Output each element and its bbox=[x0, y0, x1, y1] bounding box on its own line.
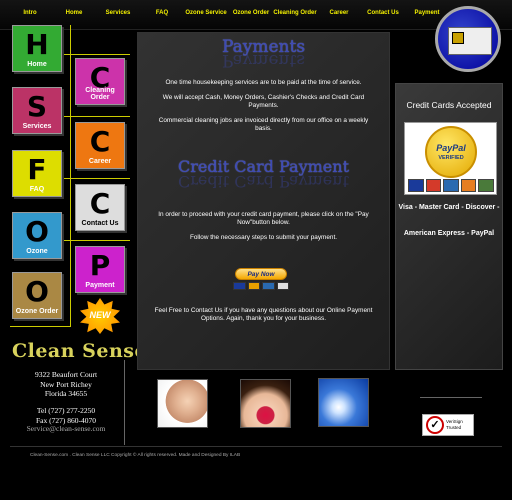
nav-ozone-order[interactable]: Ozone Order bbox=[233, 10, 269, 16]
amex-icon bbox=[262, 282, 275, 290]
tile-home[interactable]: H Home bbox=[12, 25, 62, 72]
tile-label: Payment bbox=[85, 282, 115, 289]
credit-card-title-reflection: Credit Card Payment bbox=[178, 172, 349, 191]
email-link[interactable]: Service@clean-sense.com bbox=[14, 424, 118, 433]
tile-label: Career bbox=[88, 158, 112, 165]
card-chip-graphic bbox=[452, 32, 464, 44]
tile-letter: C bbox=[89, 187, 111, 220]
address-line: Florida 34655 bbox=[44, 389, 88, 398]
card-logos bbox=[408, 179, 494, 192]
tile-ozone[interactable]: O Ozone bbox=[12, 212, 62, 259]
verisign-label: VeriSign Trusted bbox=[446, 419, 463, 430]
visa-icon bbox=[233, 282, 246, 290]
top-navigation: Intro Home Services FAQ Ozone Service Oz… bbox=[0, 0, 512, 30]
pay-now-label: Pay Now bbox=[235, 268, 287, 280]
nav-home[interactable]: Home bbox=[66, 10, 83, 16]
tile-label: Ozone Order bbox=[15, 308, 59, 315]
seal-text: PayPal bbox=[436, 143, 466, 153]
payments-paragraph: One time housekeeping services are to be… bbox=[165, 79, 362, 86]
credit-card-logo-icon bbox=[435, 6, 501, 72]
tile-letter: P bbox=[89, 249, 111, 282]
tile-label: Cleaning Order bbox=[85, 87, 115, 101]
telephone: Tel (727) 277-2250 bbox=[36, 406, 96, 415]
phone-numbers: Tel (727) 277-2250 Fax (727) 860-4070 bbox=[14, 406, 118, 425]
tile-label: Services bbox=[22, 123, 52, 130]
tile-label: Contact Us bbox=[81, 220, 119, 227]
nav-ozone-service[interactable]: Ozone Service bbox=[185, 10, 226, 16]
amex-icon bbox=[443, 179, 459, 192]
photo-blue-sky bbox=[318, 378, 369, 427]
payments-paragraph: We will accept Cash, Money Orders, Cashi… bbox=[162, 94, 365, 109]
footer-divider bbox=[10, 446, 502, 447]
contact-paragraph: Feel Free to Contact Us if you have any … bbox=[154, 307, 373, 322]
echeck-icon bbox=[478, 179, 494, 192]
nav-faq[interactable]: FAQ bbox=[156, 10, 168, 16]
connector-line bbox=[64, 240, 130, 241]
connector-line bbox=[64, 178, 130, 179]
tile-services[interactable]: S Services bbox=[12, 87, 62, 134]
nav-services[interactable]: Services bbox=[106, 10, 131, 16]
tile-letter: H bbox=[25, 28, 49, 61]
paypal-verified-box: PayPal VERIFIED bbox=[404, 122, 497, 195]
credit-paragraph: In order to proceed with your credit car… bbox=[158, 211, 369, 226]
nav-payment[interactable]: Payment bbox=[414, 10, 439, 16]
nav-career[interactable]: Career bbox=[329, 10, 348, 16]
new-badge-text: NEW bbox=[89, 310, 111, 320]
tile-cleaning-order[interactable]: C Cleaning Order bbox=[75, 58, 125, 105]
tile-payment[interactable]: P Payment bbox=[75, 246, 125, 293]
visa-icon bbox=[408, 179, 424, 192]
tile-faq[interactable]: F FAQ bbox=[12, 150, 62, 197]
accepted-cards-text: Visa - Master Card - Discover - bbox=[398, 204, 500, 211]
tile-letter: O bbox=[25, 215, 49, 248]
discover-icon bbox=[276, 282, 289, 290]
divider-line bbox=[124, 360, 125, 445]
tile-ozone-order[interactable]: O Ozone Order bbox=[12, 272, 62, 319]
brand-logo: Clean Sense bbox=[12, 340, 148, 362]
credit-cards-title: Credit Cards Accepted bbox=[406, 100, 492, 110]
discover-icon bbox=[460, 179, 477, 192]
connector-line bbox=[10, 326, 70, 327]
footer-copyright: Clean-Sense.com . Clean Sense LLC Copyri… bbox=[30, 453, 241, 458]
mastercard-icon bbox=[247, 282, 260, 290]
tile-letter: S bbox=[26, 90, 48, 123]
photo-woman-eye bbox=[157, 379, 208, 428]
payments-title-reflection: Payments bbox=[221, 50, 306, 70]
tile-letter: F bbox=[27, 153, 47, 186]
address-line: New Port Richey bbox=[40, 379, 92, 389]
accepted-card-logos bbox=[233, 282, 289, 290]
mastercard-icon bbox=[425, 179, 442, 192]
checkmark-icon: ✓ bbox=[426, 416, 444, 434]
verisign-seal[interactable]: ✓ VeriSign Trusted bbox=[422, 414, 474, 436]
connector-line bbox=[70, 25, 71, 327]
credit-paragraph: Follow the necessary steps to submit you… bbox=[189, 234, 338, 241]
tile-label: Ozone bbox=[26, 248, 48, 255]
divider bbox=[420, 397, 482, 398]
connector-line bbox=[64, 54, 130, 55]
connector-line bbox=[64, 116, 130, 117]
address: 9322 Beaufort Court New Port Richey Flor… bbox=[14, 370, 118, 399]
credit-cards-panel: Credit Cards Accepted PayPal VERIFIED Vi… bbox=[395, 83, 503, 398]
photo-woman-flower bbox=[240, 379, 291, 428]
tile-letter: C bbox=[89, 125, 111, 158]
seal-text: VERIFIED bbox=[438, 155, 464, 161]
tile-label: Home bbox=[27, 61, 47, 68]
address-line: 9322 Beaufort Court bbox=[34, 370, 98, 379]
tile-label: FAQ bbox=[29, 186, 45, 193]
paypal-verified-seal-icon: PayPal VERIFIED bbox=[425, 126, 477, 178]
payments-paragraph: Commercial cleaning jobs are invoiced di… bbox=[158, 117, 369, 132]
content-panel: Payments Payments One time housekeeping … bbox=[137, 32, 390, 370]
nav-cleaning-order[interactable]: Cleaning Order bbox=[273, 10, 316, 16]
tile-contact-us[interactable]: C Contact Us bbox=[75, 184, 125, 231]
pay-now-button[interactable]: Pay Now bbox=[233, 268, 289, 294]
nav-intro[interactable]: Intro bbox=[23, 10, 36, 16]
new-badge-icon: NEW bbox=[80, 298, 120, 334]
tile-letter: O bbox=[25, 275, 49, 308]
nav-contact-us[interactable]: Contact Us bbox=[367, 10, 399, 16]
accepted-cards-text: American Express - PayPal bbox=[403, 230, 495, 237]
tile-career[interactable]: C Career bbox=[75, 122, 125, 169]
